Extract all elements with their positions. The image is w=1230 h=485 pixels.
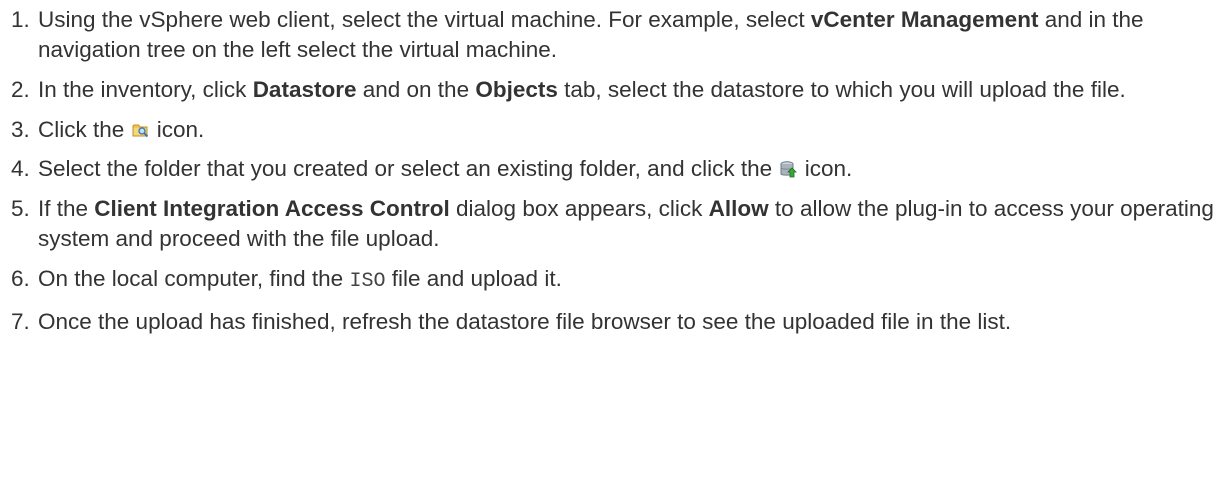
- step-text: and on the: [356, 77, 476, 102]
- file-type-iso: ISO: [349, 270, 386, 293]
- step-number: 4.: [11, 156, 30, 181]
- step-text: Using the vSphere web client, select the…: [38, 7, 811, 32]
- step-5: 5. If the Client Integration Access Cont…: [0, 194, 1218, 254]
- step-text: Click the: [38, 117, 131, 142]
- step-text: If the: [38, 196, 95, 221]
- step-text: In the inventory, click: [38, 77, 253, 102]
- step-number: 6.: [11, 266, 30, 291]
- step-text: icon.: [798, 156, 853, 181]
- procedure-steps: 1. Using the vSphere web client, select …: [0, 0, 1230, 337]
- step-4: 4. Select the folder that you created or…: [0, 154, 1218, 184]
- step-number: 2.: [11, 77, 30, 102]
- step-2: 2. In the inventory, click Datastore and…: [0, 75, 1218, 105]
- step-1: 1. Using the vSphere web client, select …: [0, 5, 1218, 65]
- step-text: On the local computer, find the: [38, 266, 350, 291]
- upload-file-icon: [779, 160, 798, 178]
- step-number: 5.: [11, 196, 30, 221]
- step-number: 3.: [11, 117, 30, 142]
- step-text: Select the folder that you created or se…: [38, 156, 779, 181]
- ui-term-client-integration-access-control: Client Integration Access Control: [94, 196, 450, 221]
- step-3: 3. Click the icon.: [0, 115, 1218, 145]
- ui-term-allow: Allow: [708, 196, 769, 221]
- step-text: dialog box appears, click: [449, 196, 709, 221]
- step-text: icon.: [150, 117, 205, 142]
- ui-term-datastore: Datastore: [252, 77, 357, 102]
- step-text: Once the upload has finished, refresh th…: [38, 309, 1012, 334]
- ui-term-objects: Objects: [475, 77, 558, 102]
- step-text: tab, select the datastore to which you w…: [557, 77, 1126, 102]
- step-7: 7. Once the upload has finished, refresh…: [0, 307, 1218, 337]
- step-number: 7.: [11, 309, 30, 334]
- step-number: 1.: [11, 7, 30, 32]
- browse-datastore-icon: [132, 121, 150, 139]
- ui-term-vcenter-management: vCenter Management: [810, 7, 1039, 32]
- step-6: 6. On the local computer, find the ISO f…: [0, 264, 1218, 297]
- step-text: file and upload it.: [385, 266, 562, 291]
